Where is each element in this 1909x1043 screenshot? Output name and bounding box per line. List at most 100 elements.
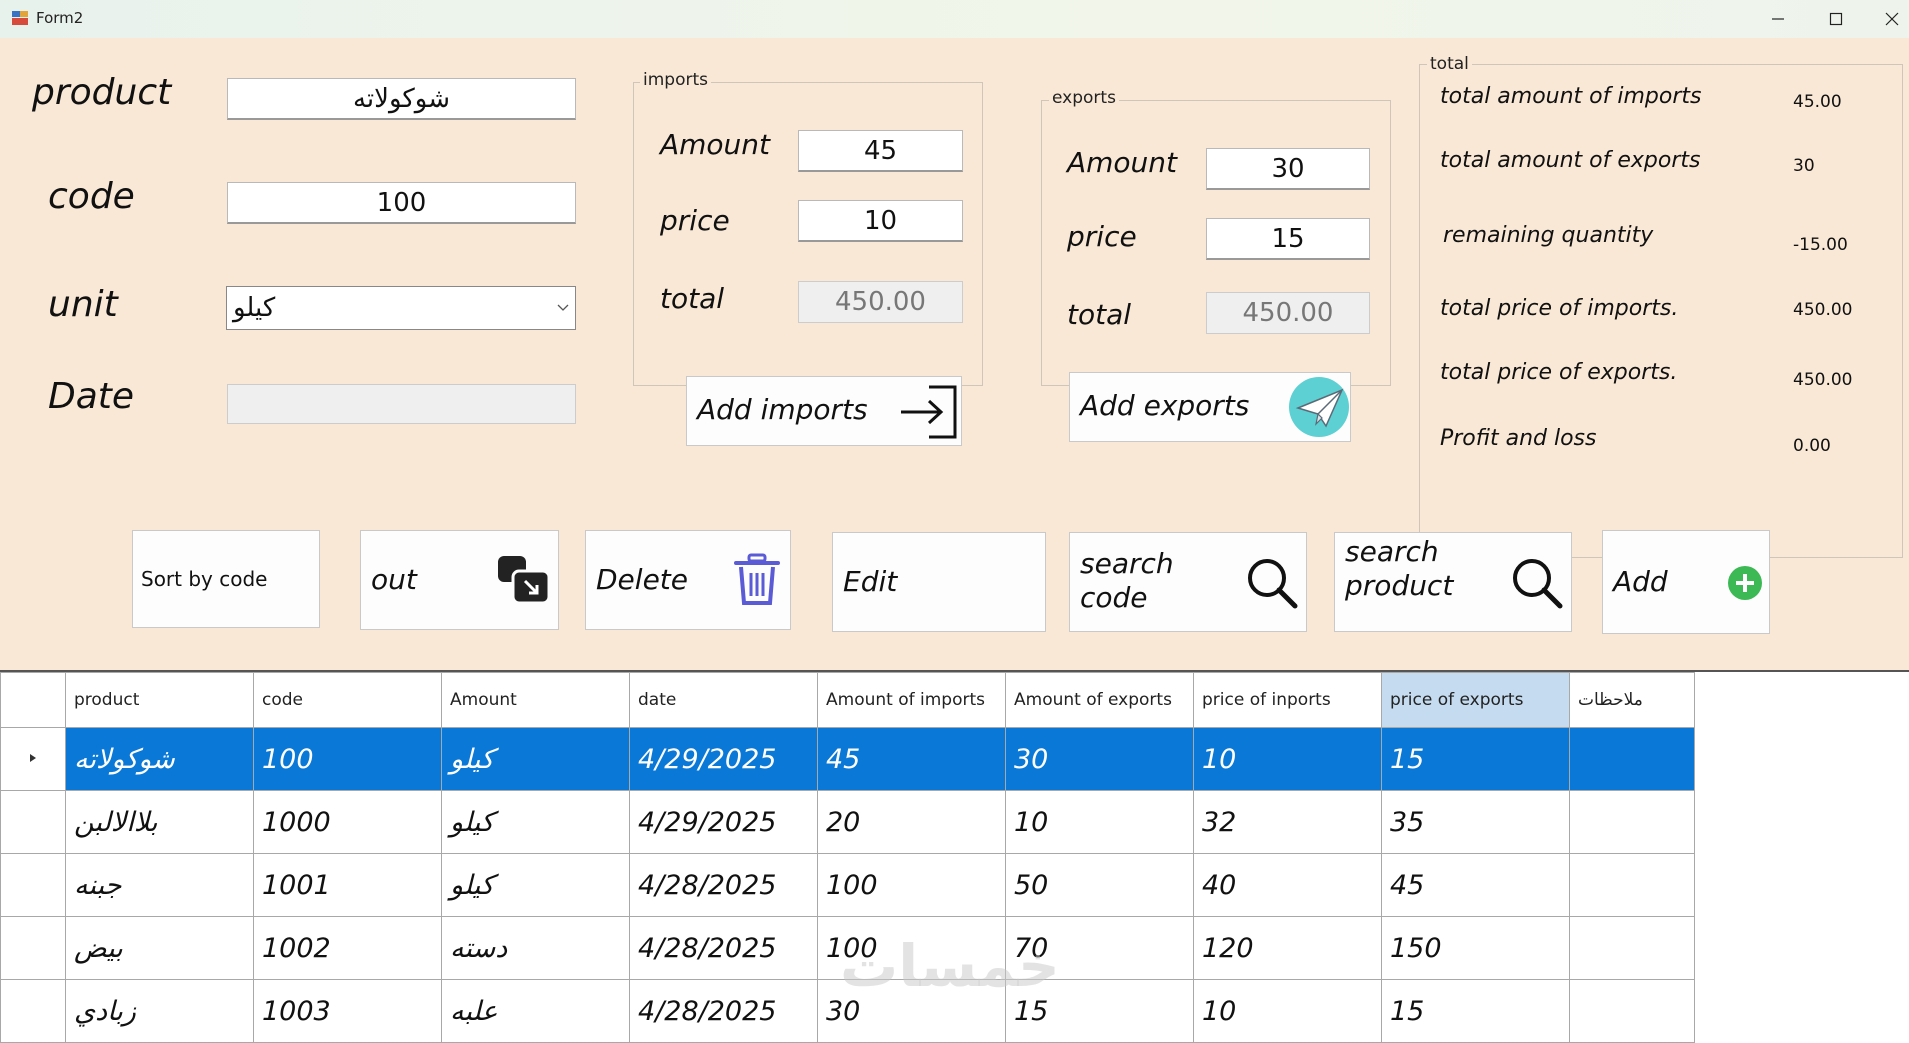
table-cell[interactable]: 150 (1381, 916, 1570, 980)
table-cell[interactable]: 4/28/2025 (629, 916, 818, 980)
maximize-button[interactable] (1808, 0, 1864, 38)
table-cell[interactable]: 10 (1193, 727, 1382, 791)
search-icon (1248, 559, 1298, 609)
table-cell[interactable] (1569, 916, 1695, 980)
column-header[interactable]: code (253, 672, 442, 728)
table-cell[interactable] (1569, 727, 1695, 791)
row-header-corner (0, 672, 66, 728)
exports-price-label: price (1067, 220, 1137, 253)
table-cell[interactable]: 10 (1005, 790, 1194, 854)
imports-total-label: total (660, 282, 725, 315)
imports-price-input[interactable]: 10 (798, 200, 963, 242)
chevron-down-icon (557, 304, 569, 311)
table-cell[interactable]: زبادي (65, 979, 254, 1043)
table-cell[interactable]: 15 (1381, 979, 1570, 1043)
edit-label: Edit (843, 565, 898, 598)
add-exports-button[interactable]: Add exports (1069, 372, 1351, 442)
search-code-button[interactable]: search code (1069, 532, 1307, 632)
table-cell[interactable]: 45 (817, 727, 1006, 791)
minimize-button[interactable] (1750, 0, 1806, 38)
add-imports-button[interactable]: Add imports (686, 376, 962, 446)
unit-select[interactable]: كيلو (226, 286, 576, 330)
app-icon (12, 11, 28, 25)
close-icon (1885, 12, 1899, 26)
edit-button[interactable]: Edit (832, 532, 1046, 632)
table-cell[interactable]: 30 (1005, 727, 1194, 791)
column-header[interactable]: ملاحظات (1569, 672, 1695, 728)
table-cell[interactable]: 100 (817, 853, 1006, 917)
table-cell[interactable]: 15 (1381, 727, 1570, 791)
table-cell[interactable]: كيلو (441, 727, 630, 791)
table-cell[interactable]: 35 (1381, 790, 1570, 854)
table-cell[interactable] (1569, 853, 1695, 917)
out-button[interactable]: out (360, 530, 559, 630)
column-header[interactable]: Amount of exports (1005, 672, 1194, 728)
remaining-quantity-value: -15.00 (1793, 235, 1848, 255)
data-grid[interactable]: product code Amount date Amount of impor… (0, 670, 1909, 1043)
table-cell[interactable]: جبنه (65, 853, 254, 917)
delete-button[interactable]: Delete (585, 530, 791, 630)
table-cell[interactable]: 1003 (253, 979, 442, 1043)
profit-loss-label: Profit and loss (1440, 426, 1597, 451)
search-icon (1513, 559, 1563, 609)
column-header[interactable]: price of exports (1381, 672, 1570, 728)
table-cell[interactable]: 10 (1193, 979, 1382, 1043)
table-cell[interactable]: بلاالالبن (65, 790, 254, 854)
table-cell[interactable]: كيلو (441, 790, 630, 854)
close-button[interactable] (1864, 0, 1909, 38)
table-cell[interactable]: 20 (817, 790, 1006, 854)
column-header[interactable]: Amount of imports (817, 672, 1006, 728)
column-header[interactable]: date (629, 672, 818, 728)
add-button[interactable]: Add (1602, 530, 1770, 634)
row-selector[interactable] (0, 916, 66, 980)
total-price-imports-label: total price of imports. (1440, 296, 1679, 321)
table-cell[interactable] (1569, 979, 1695, 1043)
table-cell[interactable]: 40 (1193, 853, 1382, 917)
exports-amount-input[interactable]: 30 (1206, 148, 1370, 190)
code-input[interactable]: 100 (227, 182, 576, 224)
table-cell[interactable]: 4/28/2025 (629, 979, 818, 1043)
sort-by-code-button[interactable]: Sort by code (132, 530, 320, 628)
table-cell[interactable]: 45 (1381, 853, 1570, 917)
table-cell[interactable]: 50 (1005, 853, 1194, 917)
watermark: خمسات (840, 932, 1060, 1000)
totals-group-title: total (1427, 54, 1472, 74)
table-cell[interactable]: 4/29/2025 (629, 727, 818, 791)
total-price-imports-value: 450.00 (1793, 300, 1853, 320)
table-cell[interactable]: 120 (1193, 916, 1382, 980)
sign-in-icon (901, 385, 957, 439)
table-row[interactable]: بلاالالبن 1000 كيلو 4/29/2025 20 10 32 3… (0, 790, 1695, 854)
row-selector[interactable] (0, 790, 66, 854)
product-input[interactable]: شوكولاته (227, 78, 576, 120)
table-cell[interactable]: 1000 (253, 790, 442, 854)
search-product-button[interactable]: search product (1334, 532, 1572, 632)
row-selector[interactable] (0, 979, 66, 1043)
table-cell[interactable]: علبه (441, 979, 630, 1043)
imports-amount-input[interactable]: 45 (798, 130, 963, 172)
table-row[interactable]: شوكولاته 100 كيلو 4/29/2025 45 30 10 15 (0, 727, 1695, 791)
column-header[interactable]: product (65, 672, 254, 728)
unit-label: unit (48, 284, 118, 325)
table-cell[interactable]: 32 (1193, 790, 1382, 854)
table-cell[interactable]: بيض (65, 916, 254, 980)
table-cell[interactable]: 1002 (253, 916, 442, 980)
row-selector[interactable] (0, 727, 66, 791)
table-cell[interactable]: 1001 (253, 853, 442, 917)
table-cell[interactable]: 4/28/2025 (629, 853, 818, 917)
table-cell[interactable]: 4/29/2025 (629, 790, 818, 854)
total-price-exports-value: 450.00 (1793, 370, 1853, 390)
total-amount-exports-value: 30 (1793, 156, 1815, 176)
table-cell[interactable]: دسته (441, 916, 630, 980)
exports-price-input[interactable]: 15 (1206, 218, 1370, 260)
table-cell[interactable] (1569, 790, 1695, 854)
row-selector[interactable] (0, 853, 66, 917)
table-cell[interactable]: 100 (253, 727, 442, 791)
table-cell[interactable]: كيلو (441, 853, 630, 917)
window-title: Form2 (36, 9, 84, 27)
table-cell[interactable]: شوكولاته (65, 727, 254, 791)
table-row[interactable]: جبنه 1001 كيلو 4/28/2025 100 50 40 45 (0, 853, 1695, 917)
column-header[interactable]: price of inports (1193, 672, 1382, 728)
table-header-row: product code Amount date Amount of impor… (0, 672, 1695, 728)
date-field[interactable] (227, 384, 576, 424)
column-header[interactable]: Amount (441, 672, 630, 728)
